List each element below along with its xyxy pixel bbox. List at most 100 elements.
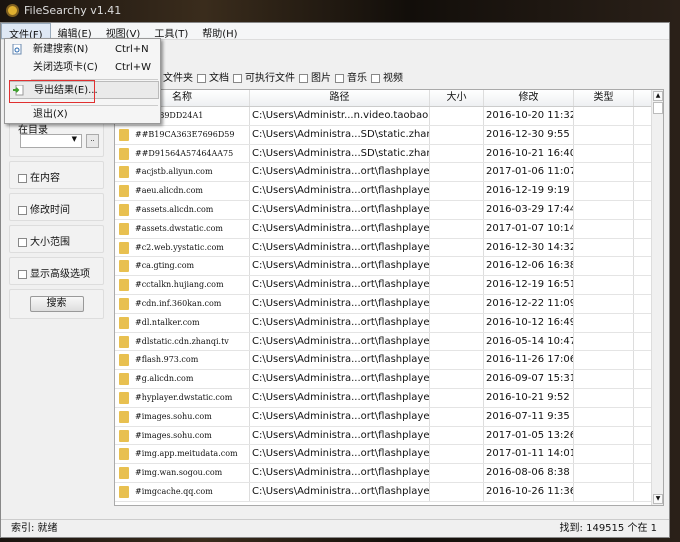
option-advanced[interactable]: 显示高级选项 — [9, 257, 104, 285]
filter-3[interactable]: 图片 — [299, 69, 331, 84]
status-bar: 索引: 就绪 找到: 149515 个在 1 — [1, 519, 669, 537]
folder-icon — [119, 373, 129, 386]
checkbox[interactable] — [299, 73, 308, 83]
cell-modified: 2016-12-30 9:55 — [484, 125, 574, 144]
cell-size — [430, 257, 484, 276]
cell-name: #images.sohu.com — [115, 407, 250, 426]
cell-size — [430, 313, 484, 332]
filter-0[interactable]: 文件夹 — [163, 69, 193, 84]
filter-1[interactable]: 文档 — [197, 69, 229, 84]
cell-path: C:\Users\Administra...ort\flashplayer\sy… — [250, 388, 430, 407]
option-size-range[interactable]: 大小范围 — [9, 225, 104, 253]
table-row[interactable]: #c2.web.yystatic.com C:\Users\Administra.… — [115, 238, 663, 258]
checkbox[interactable] — [18, 269, 27, 279]
table-row[interactable]: #flash.973.com C:\Users\Administra...ort\… — [115, 351, 663, 371]
table-row[interactable]: #cctalkn.hujiang.com C:\Users\Administra.… — [115, 276, 663, 295]
app-icon — [6, 4, 19, 17]
cell-type — [574, 426, 634, 445]
cell-modified: 2017-01-05 13:26 — [484, 426, 574, 445]
menu-view[interactable]: 视图(V) — [99, 23, 148, 40]
cell-size — [430, 182, 484, 200]
cell-size — [430, 332, 484, 351]
scroll-up-arrow-icon[interactable]: ▲ — [653, 91, 663, 101]
result-count: 找到: 149515 个在 1 — [559, 523, 657, 534]
cell-type — [574, 125, 634, 144]
table-row[interactable]: #images.sohu.com C:\Users\Administra...or… — [115, 407, 663, 427]
cell-type — [574, 257, 634, 276]
menu-file[interactable]: 文件(F) — [1, 23, 51, 41]
table-row[interactable]: #hyplayer.dwstatic.com C:\Users\Administr… — [115, 388, 663, 408]
table-row[interactable]: #images.sohu.com C:\Users\Administra...or… — [115, 426, 663, 446]
cell-size — [430, 125, 484, 144]
table-row[interactable]: #img.app.meitudata.com C:\Users\Administr… — [115, 445, 663, 465]
vertical-scrollbar[interactable]: ▲ ▼ — [651, 90, 663, 505]
cell-size — [430, 464, 484, 482]
search-button[interactable]: 搜索 — [29, 296, 84, 312]
column-type[interactable]: 类型 — [574, 90, 634, 106]
name-text: #g.alicdn.com — [135, 374, 194, 384]
menu-edit[interactable]: 编辑(E) — [51, 23, 99, 40]
cell-size — [430, 238, 484, 257]
table-row[interactable]: #dlstatic.cdn.zhanqi.tv C:\Users\Administ… — [115, 332, 663, 352]
name-text: #images.sohu.com — [135, 411, 212, 421]
file-menu-dropdown: 新建搜索(N) Ctrl+N 关闭选项卡(C) Ctrl+W 导出结果(E)... … — [4, 38, 161, 124]
column-modified[interactable]: 修改 — [484, 90, 574, 106]
menu-help[interactable]: 帮助(H) — [195, 23, 244, 40]
name-text: #aeu.alicdn.com — [135, 186, 203, 196]
cell-size — [430, 163, 484, 182]
table-header: 名称 路径 大小 修改 类型 — [115, 90, 663, 107]
folder-icon — [119, 203, 129, 216]
cell-type — [574, 294, 634, 313]
table-row[interactable]: #dl.ntalker.com C:\Users\Administra...ort… — [115, 313, 663, 333]
table-row[interactable]: ##D91564A57464AA75 C:\Users\Administra...… — [115, 144, 663, 164]
checkbox[interactable] — [335, 73, 344, 83]
scroll-thumb[interactable] — [653, 102, 663, 114]
browse-button[interactable]: .. — [86, 134, 99, 148]
filter-2[interactable]: 可执行文件 — [233, 69, 295, 84]
menu-item-exit[interactable]: 退出(X) — [5, 106, 160, 124]
menu-item-close-tab[interactable]: 关闭选项卡(C) Ctrl+W — [5, 59, 160, 77]
folder-icon — [119, 467, 129, 480]
cell-path: C:\Users\Administra...ort\flashplayer\sy… — [250, 182, 430, 200]
directory-dropdown[interactable]: ▼ — [20, 134, 82, 148]
scroll-down-arrow-icon[interactable]: ▼ — [653, 494, 663, 504]
name-text: #ca.gting.com — [135, 261, 195, 271]
column-size[interactable]: 大小 — [430, 90, 484, 106]
option-modified-time[interactable]: 修改时间 — [9, 193, 104, 221]
filter-4[interactable]: 音乐 — [335, 69, 367, 84]
checkbox[interactable] — [18, 237, 27, 247]
checkbox[interactable] — [18, 173, 27, 183]
cell-name: #images.sohu.com — [115, 426, 250, 445]
table-row[interactable]: #assets.alicdn.com C:\Users\Administra...… — [115, 200, 663, 220]
name-text: #imgcache.qq.com — [135, 486, 213, 496]
table-row[interactable]: #cdn.inf.360kan.com C:\Users\Administra..… — [115, 294, 663, 314]
table-row[interactable]: #assets.dwstatic.com C:\Users\Administra.… — [115, 219, 663, 239]
table-row[interactable]: #img.wan.sogou.com C:\Users\Administra...… — [115, 464, 663, 483]
table-row[interactable]: ##B19CA363E7696D59 C:\Users\Administra...… — [115, 125, 663, 145]
option-content[interactable]: 在内容 — [9, 161, 104, 189]
menu-item-new-search[interactable]: 新建搜索(N) Ctrl+N — [5, 41, 160, 59]
type-filters: 文件夹 文档 可执行文件 图片 音乐 视频 — [163, 69, 403, 84]
name-text: #assets.dwstatic.com — [135, 223, 224, 233]
folder-icon — [119, 222, 129, 235]
checkbox[interactable] — [233, 73, 242, 83]
table-row[interactable]: #imgcache.qq.com C:\Users\Administra...or… — [115, 482, 663, 502]
cell-name: #cdn.inf.360kan.com — [115, 294, 250, 313]
table-row[interactable]: #ca.gting.com C:\Users\Administra...ort\f… — [115, 257, 663, 277]
cell-modified: 2016-11-26 17:06 — [484, 351, 574, 370]
checkbox[interactable] — [371, 73, 380, 83]
cell-path: C:\Users\Administr...n.video.taobao.com — [250, 107, 430, 125]
column-path[interactable]: 路径 — [250, 90, 430, 106]
checkbox[interactable] — [197, 73, 206, 83]
menu-tools[interactable]: 工具(T) — [147, 23, 195, 40]
checkbox[interactable] — [18, 205, 27, 215]
name-text: #acjstb.aliyun.com — [135, 167, 213, 177]
table-row[interactable]: #acjstb.aliyun.com C:\Users\Administra...… — [115, 163, 663, 183]
table-row[interactable]: #aeu.alicdn.com C:\Users\Administra...ort… — [115, 182, 663, 201]
table-row[interactable]: BDCE89DD24A1 C:\Users\Administr...n.video… — [115, 107, 663, 126]
table-row[interactable]: #g.alicdn.com C:\Users\Administra...ort\f… — [115, 370, 663, 389]
cell-size — [430, 200, 484, 219]
cell-path: C:\Users\Administra...SD\static.zhanqi.t… — [250, 144, 430, 163]
filter-5[interactable]: 视频 — [371, 69, 403, 84]
results-table: 名称 路径 大小 修改 类型 BDCE89DD24A1 C:\Users\Admi… — [114, 89, 664, 506]
